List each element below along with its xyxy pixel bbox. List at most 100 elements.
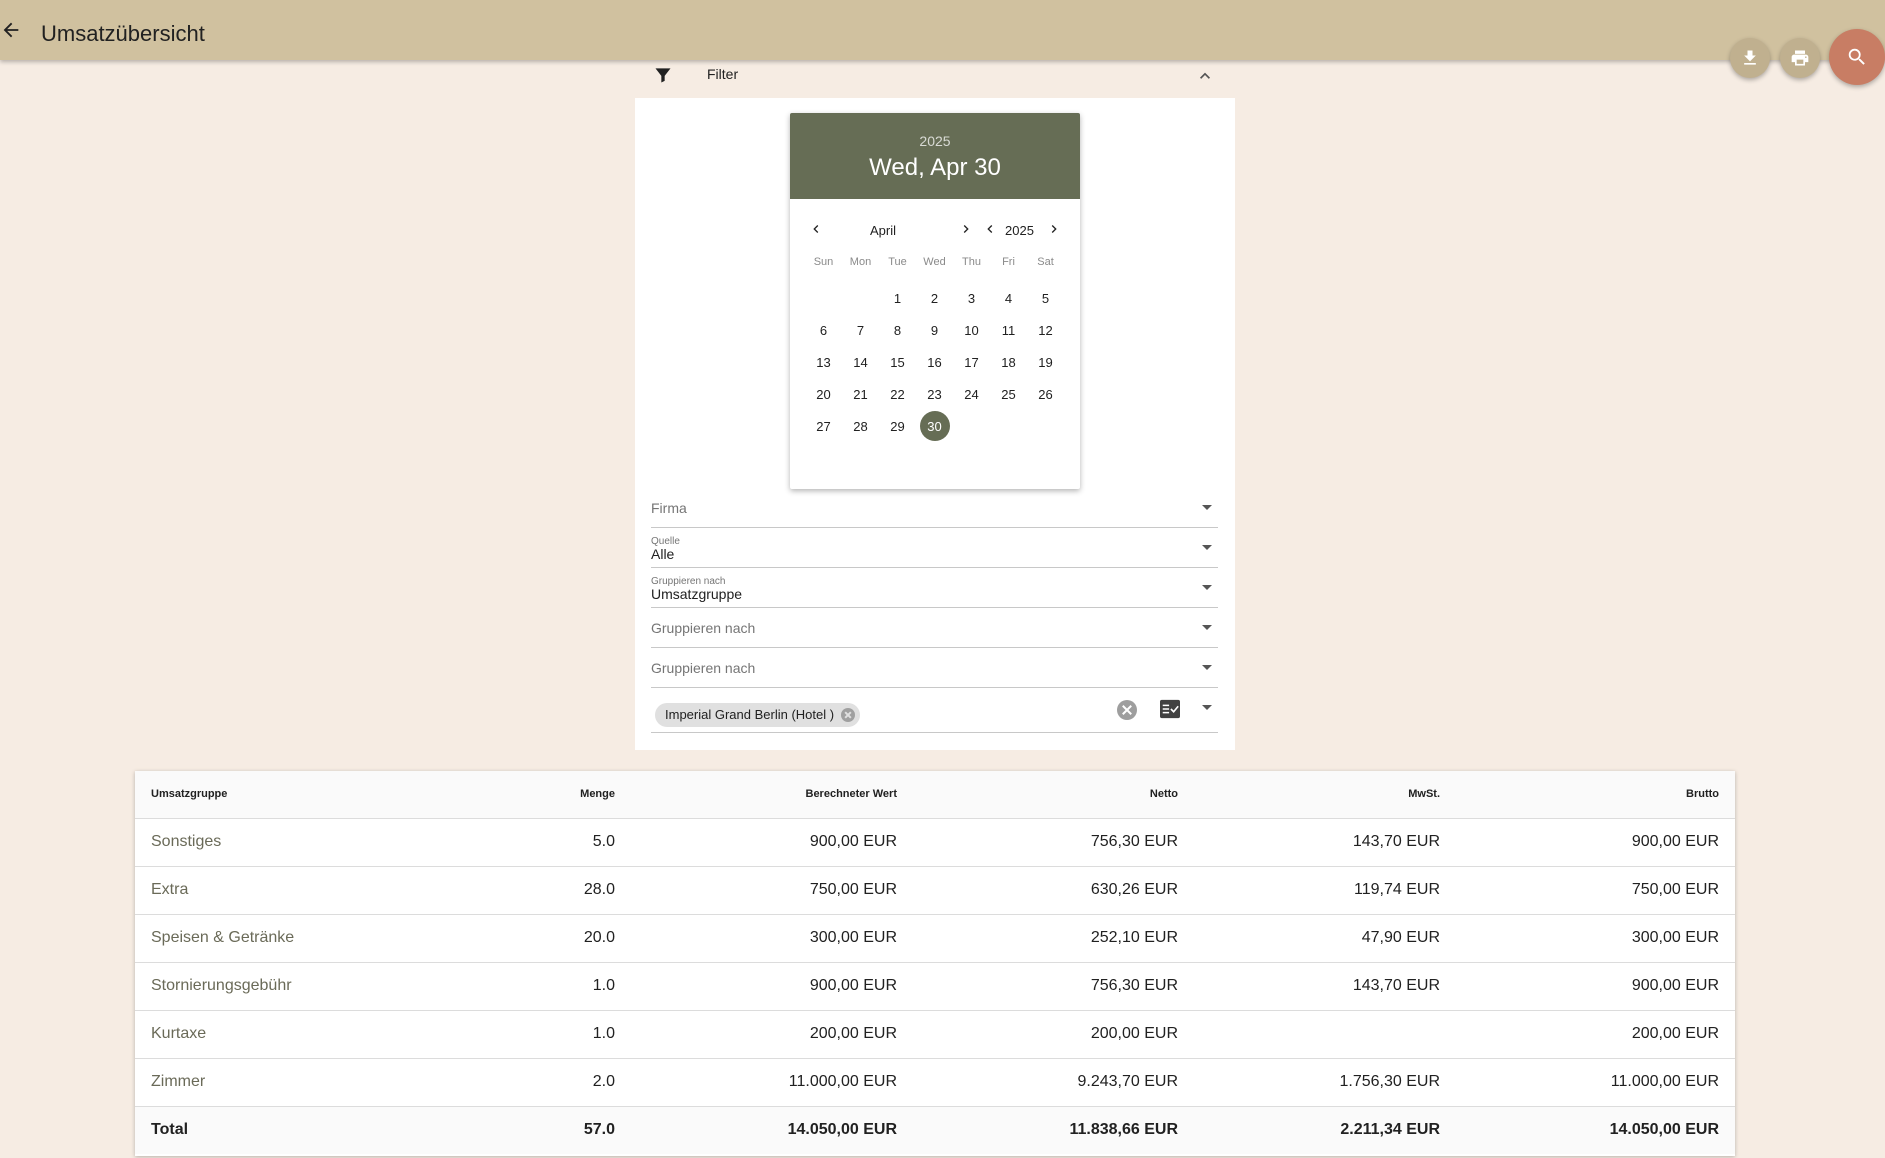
- search-button[interactable]: [1829, 29, 1885, 85]
- day-number: 25: [1001, 386, 1016, 402]
- day-number: 30: [919, 411, 950, 441]
- column-header[interactable]: MwSt.: [1178, 771, 1440, 819]
- dropdown-arrow-icon[interactable]: [1202, 505, 1212, 510]
- month-label[interactable]: April: [870, 223, 896, 238]
- day-number: 13: [816, 354, 831, 370]
- day-cell[interactable]: 4: [990, 282, 1027, 314]
- table-cell: 1.756,30 EUR: [1178, 1058, 1440, 1107]
- day-cell[interactable]: 9: [916, 314, 953, 346]
- firma-select[interactable]: Firma: [651, 488, 1218, 528]
- day-cell[interactable]: 1: [879, 282, 916, 314]
- day-cell[interactable]: 18: [990, 346, 1027, 378]
- table-cell: 900,00 EUR: [615, 818, 897, 867]
- day-number: 23: [927, 386, 942, 402]
- selected-day[interactable]: 30: [916, 410, 953, 442]
- page-title: Umsatzübersicht: [41, 21, 205, 46]
- day-number: 26: [1038, 386, 1053, 402]
- day-cell[interactable]: 28: [842, 410, 879, 442]
- table-cell: 900,00 EUR: [615, 962, 897, 1011]
- hotel-multiselect[interactable]: Imperial Grand Berlin (Hotel ): [651, 688, 1218, 733]
- day-cell[interactable]: 5: [1027, 282, 1064, 314]
- chip-remove-icon[interactable]: [841, 708, 856, 722]
- day-cell[interactable]: 7: [842, 314, 879, 346]
- dropdown-arrow-icon[interactable]: [1202, 545, 1212, 550]
- column-header[interactable]: Brutto: [1440, 771, 1735, 819]
- column-header[interactable]: Berechneter Wert: [615, 771, 897, 819]
- group-by-select-3[interactable]: Gruppieren nach: [651, 648, 1218, 688]
- day-cell[interactable]: 15: [879, 346, 916, 378]
- group-by-placeholder: Gruppieren nach: [651, 660, 756, 676]
- header-date[interactable]: Wed, Apr 30: [790, 154, 1080, 182]
- dropdown-arrow-icon[interactable]: [1202, 705, 1212, 710]
- day-cell[interactable]: 17: [953, 346, 990, 378]
- day-cell[interactable]: 19: [1027, 346, 1064, 378]
- firma-placeholder: Firma: [651, 500, 687, 516]
- table-cell: 47,90 EUR: [1178, 914, 1440, 963]
- total-cell: 14.050,00 EUR: [615, 1106, 897, 1154]
- table-header-row: Umsatzgruppe Menge Berechneter Wert Nett…: [135, 771, 1735, 819]
- weekday-label: Sat: [1037, 256, 1054, 268]
- filter-label: Filter: [707, 66, 739, 82]
- table-cell: Sonstiges: [135, 818, 465, 867]
- table-cell: [1178, 1010, 1440, 1059]
- table-cell: 20.0: [465, 914, 615, 963]
- print-icon: [1791, 50, 1809, 66]
- hotel-chip-label: Imperial Grand Berlin (Hotel ): [665, 707, 835, 722]
- table-cell: 200,00 EUR: [897, 1010, 1178, 1059]
- day-cell[interactable]: 6: [805, 314, 842, 346]
- column-header[interactable]: Netto: [897, 771, 1178, 819]
- day-cell[interactable]: 20: [805, 378, 842, 410]
- weekday-row: Sun Mon Tue Wed Thu Fri Sat: [805, 256, 1065, 268]
- total-cell: 57.0: [465, 1106, 615, 1154]
- back-arrow-icon[interactable]: [0, 18, 22, 42]
- day-cell[interactable]: 13: [805, 346, 842, 378]
- table-cell: 750,00 EUR: [1440, 866, 1735, 915]
- weekday-label: Wed: [923, 256, 946, 268]
- hotel-chip[interactable]: Imperial Grand Berlin (Hotel ): [655, 703, 861, 727]
- chevron-up-icon[interactable]: [1195, 66, 1215, 86]
- day-cell[interactable]: 10: [953, 314, 990, 346]
- day-cell[interactable]: 29: [879, 410, 916, 442]
- day-cell[interactable]: 12: [1027, 314, 1064, 346]
- day-cell[interactable]: 11: [990, 314, 1027, 346]
- group-by-select-1[interactable]: Gruppieren nach Umsatzgruppe: [651, 568, 1218, 608]
- header-year[interactable]: 2025: [790, 113, 1080, 149]
- day-cell[interactable]: 27: [805, 410, 842, 442]
- select-all-icon[interactable]: [1159, 699, 1181, 719]
- day-cell[interactable]: 25: [990, 378, 1027, 410]
- table-cell: 756,30 EUR: [897, 818, 1178, 867]
- day-cell[interactable]: 3: [953, 282, 990, 314]
- day-number: 1: [893, 290, 902, 306]
- quelle-select[interactable]: Quelle Alle: [651, 528, 1218, 568]
- day-cell[interactable]: 26: [1027, 378, 1064, 410]
- next-year-icon[interactable]: [1046, 221, 1062, 237]
- day-cell[interactable]: 24: [953, 378, 990, 410]
- dropdown-arrow-icon[interactable]: [1202, 625, 1212, 630]
- day-cell[interactable]: 16: [916, 346, 953, 378]
- day-cell[interactable]: 22: [879, 378, 916, 410]
- column-header[interactable]: Menge: [465, 771, 615, 819]
- prev-month-icon[interactable]: [808, 221, 824, 237]
- next-month-icon[interactable]: [958, 221, 974, 237]
- table-cell: 143,70 EUR: [1178, 818, 1440, 867]
- search-icon: [1848, 48, 1865, 65]
- day-cell[interactable]: 2: [916, 282, 953, 314]
- group-by-select-2[interactable]: Gruppieren nach: [651, 608, 1218, 648]
- day-cell[interactable]: 8: [879, 314, 916, 346]
- print-button[interactable]: [1780, 38, 1820, 78]
- dropdown-arrow-icon[interactable]: [1202, 585, 1212, 590]
- table-cell: Zimmer: [135, 1058, 465, 1107]
- day-number: 18: [1001, 354, 1016, 370]
- filter-header[interactable]: Filter: [635, 60, 1235, 98]
- download-button[interactable]: [1730, 38, 1770, 78]
- year-label[interactable]: 2025: [1005, 223, 1034, 238]
- clear-icon[interactable]: [1117, 700, 1137, 720]
- day-grid: 1 2 3 4 5 6 7 8 9 10 11 12 13 14 15 16 17 18 19 20 21 22 23 24 2…: [805, 282, 1065, 442]
- prev-year-icon[interactable]: [982, 221, 998, 237]
- day-cell[interactable]: 21: [842, 378, 879, 410]
- column-header[interactable]: Umsatzgruppe: [135, 771, 465, 819]
- day-cell[interactable]: 14: [842, 346, 879, 378]
- weekday-label: Tue: [888, 256, 907, 268]
- dropdown-arrow-icon[interactable]: [1202, 665, 1212, 670]
- day-cell[interactable]: 23: [916, 378, 953, 410]
